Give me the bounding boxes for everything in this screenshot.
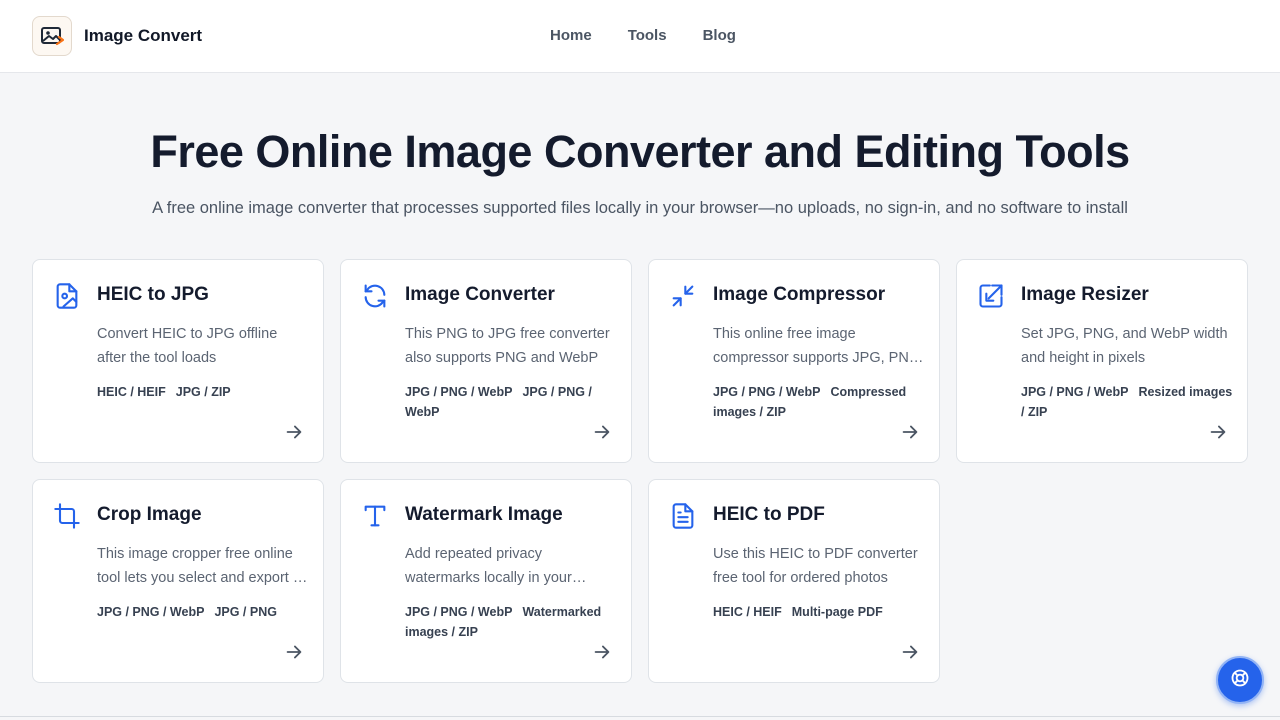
document-icon xyxy=(669,502,697,530)
card-description: Set JPG, PNG, and WebP width and height … xyxy=(1021,326,1228,366)
input-format: JPG / PNG / WebP xyxy=(713,385,821,399)
card-formats: JPG / PNG / WebP Compressed images / ZIP xyxy=(713,382,927,422)
page-title: Free Online Image Converter and Editing … xyxy=(150,126,1130,177)
arrow-right-icon[interactable] xyxy=(283,641,305,663)
tool-card-image-compressor[interactable]: Image Compressor This online free image … xyxy=(648,259,940,463)
nav-blog[interactable]: Blog xyxy=(703,26,736,46)
input-format: JPG / PNG / WebP xyxy=(405,605,513,619)
output-format: JPG / ZIP xyxy=(175,385,231,399)
input-format: JPG / PNG / WebP xyxy=(405,385,513,399)
page-subtitle: A free online image converter that proce… xyxy=(152,199,1128,217)
card-formats: HEIC / HEIF JPG / ZIP xyxy=(97,382,311,402)
card-title: HEIC to JPG xyxy=(97,284,209,305)
arrow-right-icon[interactable] xyxy=(283,421,305,443)
input-format: JPG / PNG / WebP xyxy=(97,605,205,619)
tool-card-heic-to-jpg[interactable]: HEIC to JPG Convert HEIC to JPG offline … xyxy=(32,259,324,463)
tool-card-image-converter[interactable]: Image Converter This PNG to JPG free con… xyxy=(340,259,632,463)
site-header: Image Convert Home Tools Blog xyxy=(0,0,1280,73)
input-format: HEIC / HEIF xyxy=(97,385,166,399)
card-formats: JPG / PNG / WebP Watermarked images / ZIP xyxy=(405,602,619,642)
resize-icon xyxy=(977,282,1005,310)
nav-tools[interactable]: Tools xyxy=(628,26,667,46)
card-formats: JPG / PNG / WebP Resized images / ZIP xyxy=(1021,382,1235,422)
arrow-right-icon[interactable] xyxy=(899,641,921,663)
nav-home[interactable]: Home xyxy=(550,26,592,46)
main-nav: Home Tools Blog xyxy=(550,26,772,46)
lifebuoy-icon xyxy=(1230,668,1250,693)
card-description: Add repeated privacy watermarks locally … xyxy=(405,546,572,586)
brand-name: Image Convert xyxy=(84,26,203,45)
arrow-right-icon[interactable] xyxy=(591,641,613,663)
refresh-icon xyxy=(361,282,389,310)
text-icon xyxy=(361,502,389,530)
card-formats: JPG / PNG / WebP JPG / PNG xyxy=(97,602,311,622)
card-formats: JPG / PNG / WebP JPG / PNG / WebP xyxy=(405,382,619,422)
card-title: Image Compressor xyxy=(713,284,886,305)
image-file-icon xyxy=(53,282,81,310)
input-format: HEIC / HEIF xyxy=(713,605,782,619)
card-description: Use this HEIC to PDF converter free tool… xyxy=(713,546,918,586)
card-description: This PNG to JPG free converter also supp… xyxy=(405,326,610,366)
card-title: Image Resizer xyxy=(1021,284,1149,305)
card-description: This image cropper free online tool lets… xyxy=(97,546,301,586)
output-format: JPG / PNG xyxy=(214,605,277,619)
card-formats: HEIC / HEIF Multi-page PDF xyxy=(713,602,927,622)
card-title: Image Converter xyxy=(405,284,555,305)
brand-link[interactable]: Image Convert xyxy=(32,16,202,56)
card-title: HEIC to PDF xyxy=(713,504,825,525)
card-title: Watermark Image xyxy=(405,504,563,525)
compress-icon xyxy=(669,282,697,310)
logo-icon xyxy=(32,16,72,56)
tool-card-crop-image[interactable]: Crop Image This image cropper free onlin… xyxy=(32,479,324,683)
card-description: This online free image compressor suppor… xyxy=(713,326,925,366)
tool-card-watermark-image[interactable]: Watermark Image Add repeated privacy wat… xyxy=(340,479,632,683)
tool-card-heic-to-pdf[interactable]: HEIC to PDF Use this HEIC to PDF convert… xyxy=(648,479,940,683)
card-title: Crop Image xyxy=(97,504,202,525)
output-format: Multi-page PDF xyxy=(791,605,883,619)
arrow-right-icon[interactable] xyxy=(899,421,921,443)
help-button[interactable] xyxy=(1216,656,1264,704)
arrow-right-icon[interactable] xyxy=(1207,421,1229,443)
card-description: Convert HEIC to JPG offline after the to… xyxy=(97,326,278,366)
arrow-right-icon[interactable] xyxy=(591,421,613,443)
tool-card-image-resizer[interactable]: Image Resizer Set JPG, PNG, and WebP wid… xyxy=(956,259,1248,463)
page-divider xyxy=(0,716,1280,717)
crop-icon xyxy=(53,502,81,530)
input-format: JPG / PNG / WebP xyxy=(1021,385,1129,399)
